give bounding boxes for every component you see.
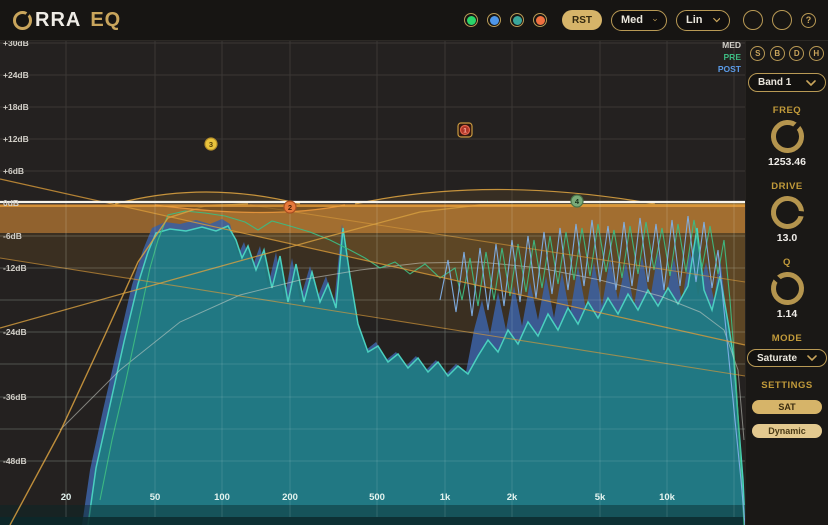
- q-value: 1.14: [777, 308, 797, 320]
- top-toolbar: RRA EQ RST Med Lin ?: [0, 0, 828, 41]
- y-axis-label: +24dB: [3, 70, 29, 80]
- y-axis-label: +6dB: [3, 166, 24, 176]
- undo-state-button[interactable]: [772, 10, 792, 30]
- x-axis-label: 50: [150, 492, 161, 503]
- band-select-dropdown[interactable]: Band 1: [748, 73, 826, 92]
- chevron-down-icon: [807, 355, 817, 361]
- band-enable-dots: [464, 13, 547, 27]
- x-axis-label: 2k: [507, 492, 518, 503]
- chevron-down-icon: [713, 17, 721, 23]
- band-select-value: Band 1: [758, 77, 791, 88]
- saturation-band: [0, 204, 745, 233]
- drive-value: 13.0: [777, 232, 797, 244]
- band-control-panel: SBDH Band 1 FREQ 1253.46 DRIVE 13.0 Q 1.…: [745, 40, 828, 525]
- y-axis-label: -36dB: [3, 392, 27, 402]
- x-axis-label: 500: [369, 492, 385, 503]
- band-3-dot[interactable]: [510, 13, 524, 27]
- band-2-dot[interactable]: [487, 13, 501, 27]
- band-1-dot[interactable]: [464, 13, 478, 27]
- help-button[interactable]: ?: [801, 13, 816, 28]
- x-axis-label: 1k: [440, 492, 451, 503]
- drive-knob[interactable]: [769, 195, 805, 231]
- y-axis-label: +12dB: [3, 134, 29, 144]
- freq-value: 1253.46: [768, 156, 806, 168]
- x-axis-label: 10k: [659, 492, 676, 503]
- mode-dropdown[interactable]: Saturate: [747, 349, 827, 367]
- filter-toggle-s[interactable]: S: [750, 46, 765, 61]
- dynamic-button[interactable]: Dynamic: [752, 424, 822, 438]
- filter-toggle-d[interactable]: D: [789, 46, 804, 61]
- q-label: Q: [783, 257, 791, 268]
- chevron-down-icon: [653, 17, 657, 23]
- logo-suffix-text: EQ: [90, 9, 121, 32]
- logo-knob-o-icon: [13, 11, 32, 30]
- scale-value: Lin: [686, 14, 703, 26]
- reset-button[interactable]: RST: [562, 10, 602, 30]
- band-marker-1-number: 1: [463, 127, 467, 134]
- filter-toggle-h[interactable]: H: [809, 46, 824, 61]
- chevron-down-icon: [806, 80, 816, 86]
- freq-label: FREQ: [773, 105, 801, 116]
- quality-dropdown[interactable]: Med: [611, 10, 667, 31]
- y-axis-label: -24dB: [3, 327, 27, 337]
- logo-text: RRA: [35, 9, 81, 32]
- y-axis-label: -48dB: [3, 456, 27, 466]
- band-4-dot[interactable]: [533, 13, 547, 27]
- app-logo: RRA EQ: [13, 9, 121, 32]
- band-filter-toggles: SBDH: [750, 46, 824, 61]
- band-marker-2-number: 2: [288, 203, 292, 212]
- quality-value: Med: [621, 14, 643, 26]
- settings-label: SETTINGS: [761, 380, 813, 391]
- legend-post: POST: [718, 64, 742, 74]
- bottom-strip-dark: [0, 517, 746, 525]
- y-axis-label: -6dB: [3, 231, 22, 241]
- mode-label: MODE: [772, 333, 803, 344]
- freq-knob[interactable]: [764, 113, 811, 160]
- y-axis-label: -12dB: [3, 263, 27, 273]
- ab-compare-button[interactable]: [743, 10, 763, 30]
- sat-button[interactable]: SAT: [752, 400, 822, 414]
- mode-value: Saturate: [757, 353, 797, 364]
- x-axis-label: 5k: [595, 492, 606, 503]
- y-axis-label: 0dB: [3, 198, 19, 208]
- scale-dropdown[interactable]: Lin: [676, 10, 730, 31]
- legend-pre: PRE: [724, 52, 742, 62]
- x-axis-label: 20: [61, 492, 72, 503]
- band-marker-3-number: 3: [209, 140, 213, 149]
- x-axis-label: 100: [214, 492, 230, 503]
- y-axis-label: +18dB: [3, 102, 29, 112]
- orra-eq-plugin-window: +30dB+24dB+18dB+12dB+6dB0dB-6dB-12dB-24d…: [0, 0, 828, 525]
- eq-graph[interactable]: +30dB+24dB+18dB+12dB+6dB0dB-6dB-12dB-24d…: [0, 0, 746, 525]
- x-axis-label: 200: [282, 492, 298, 503]
- legend-med: MED: [722, 40, 741, 50]
- drive-label: DRIVE: [771, 181, 803, 192]
- filter-toggle-b[interactable]: B: [770, 46, 785, 61]
- q-knob[interactable]: [764, 265, 811, 312]
